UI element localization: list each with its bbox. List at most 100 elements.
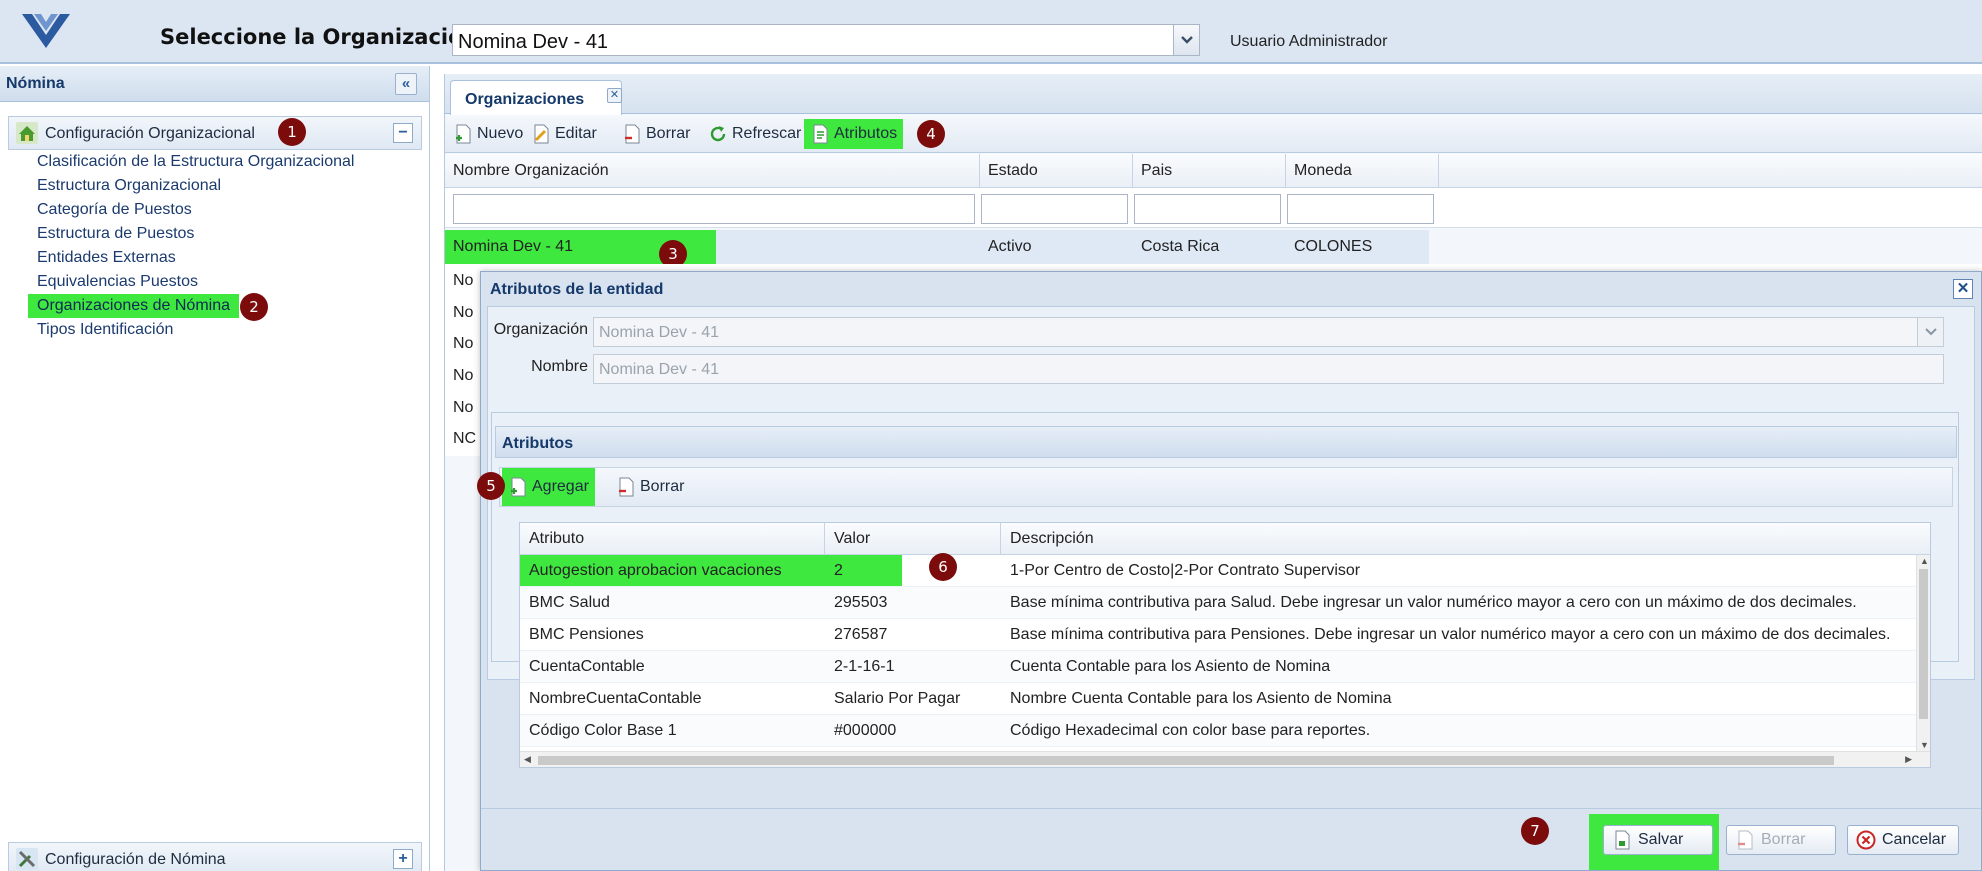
cell-nombre: No (453, 399, 474, 416)
filter-pais-input[interactable] (1134, 194, 1281, 224)
cancel-icon (1856, 830, 1876, 850)
cell-valor: 2-1-16-1 (834, 658, 895, 675)
cell-nombre: No (453, 335, 474, 352)
scroll-down-icon[interactable]: ▼ (1920, 740, 1929, 750)
group-expand-button[interactable]: + (393, 849, 413, 869)
organizacion-dropdown-button[interactable] (1917, 318, 1943, 346)
cell-nombre: No (453, 272, 474, 289)
tools-icon (16, 848, 38, 870)
borrar-atributo-button[interactable]: Borrar (610, 468, 690, 506)
step-marker-7: 7 (1521, 817, 1549, 845)
filter-nombre-input[interactable] (453, 194, 975, 224)
agregar-label: Agregar (532, 478, 589, 495)
filter-estado-input[interactable] (981, 194, 1128, 224)
table-row[interactable]: Nomina Dev - 41 Activo Costa Rica COLONE… (445, 230, 1429, 264)
sidebar-item-estructura-organizacional[interactable]: Estructura Organizacional (28, 174, 230, 198)
salvar-label: Salvar (1638, 831, 1684, 848)
refresh-icon (710, 126, 726, 142)
salvar-button[interactable]: Salvar (1603, 825, 1713, 855)
nombre-value: Nomina Dev - 41 (599, 361, 720, 378)
sidebar-item-organizaciones-nomina[interactable]: Organizaciones de Nómina (28, 294, 239, 318)
tab-organizaciones[interactable]: Organizaciones ✕ (450, 80, 622, 115)
navigation-panel: Nómina « Configuración Organizacional − … (0, 66, 430, 871)
organization-select[interactable]: Nomina Dev - 41 (452, 24, 1200, 56)
table-row[interactable]: NombreCuentaContable Salario Por Pagar N… (520, 683, 1916, 715)
dialog-title: Atributos de la entidad (490, 281, 664, 298)
tab-label: Organizaciones (465, 91, 585, 108)
column-header-estado[interactable]: Estado (980, 154, 1133, 188)
atributos-label: Atributos (834, 125, 898, 142)
borrar-button[interactable]: Borrar (616, 119, 696, 149)
scroll-right-icon[interactable]: ▶ (1905, 754, 1912, 765)
home-icon (16, 122, 38, 144)
group-collapse-button[interactable]: − (393, 123, 413, 143)
edit-document-icon (534, 124, 549, 144)
cell-valor: Salario Por Pagar (834, 690, 961, 707)
delete-document-icon (1738, 830, 1753, 850)
step-marker-1: 1 (278, 118, 306, 146)
step-marker-5: 5 (477, 472, 505, 500)
agregar-button[interactable]: Agregar (502, 468, 595, 506)
delete-document-icon (619, 477, 634, 497)
organizations-grid-header: Nombre Organización Estado Pais Moneda (445, 154, 1982, 188)
nombre-field[interactable]: Nomina Dev - 41 (593, 354, 1944, 384)
nombre-label: Nombre (531, 358, 588, 375)
sidebar-item-equivalencias-puestos[interactable]: Equivalencias Puestos (28, 270, 207, 294)
sidebar-item-estructura-puestos[interactable]: Estructura de Puestos (28, 222, 203, 246)
filter-moneda-input[interactable] (1287, 194, 1434, 224)
cell-descripcion: 1-Por Centro de Costo|2-Por Contrato Sup… (1010, 562, 1361, 579)
cancelar-button[interactable]: Cancelar (1847, 825, 1959, 855)
atributos-panel-header: Atributos (495, 426, 1957, 458)
chevron-down-icon (1925, 328, 1937, 336)
table-row[interactable]: CuentaContable 2-1-16-1 Cuenta Contable … (520, 651, 1916, 683)
group-configuracion-nomina[interactable]: Configuración de Nómina + (8, 842, 422, 871)
organization-select-value: Nomina Dev - 41 (458, 31, 609, 53)
chevron-down-icon (1181, 36, 1193, 44)
scroll-left-icon[interactable]: ◀ (524, 754, 531, 765)
column-header-nombre[interactable]: Nombre Organización (445, 154, 980, 188)
column-header-atributo[interactable]: Atributo (520, 523, 825, 555)
atributos-panel-title: Atributos (502, 435, 574, 452)
sidebar-item-categoria-puestos[interactable]: Categoría de Puestos (28, 198, 201, 222)
atributos-toolbar: Agregar Borrar (499, 467, 1953, 507)
group-label: Configuración Organizacional (45, 125, 255, 142)
column-header-valor[interactable]: Valor (825, 523, 1001, 555)
sidebar-item-tipos-identificacion[interactable]: Tipos Identificación (28, 318, 182, 342)
editar-button[interactable]: Editar (525, 119, 603, 149)
column-header-pais[interactable]: Pais (1133, 154, 1286, 188)
vertical-scrollbar[interactable]: ▲ ▼ (1916, 555, 1930, 751)
column-header-descripcion[interactable]: Descripción (1001, 523, 1930, 555)
cell-descripcion: Código Hexadecimal con color base para r… (1010, 722, 1371, 739)
refrescar-label: Refrescar (732, 125, 802, 142)
close-dialog-icon[interactable]: ✕ (1953, 279, 1973, 299)
organizacion-value: Nomina Dev - 41 (599, 324, 720, 341)
table-row[interactable]: BMC Pensiones 276587 Base mínima contrib… (520, 619, 1916, 651)
group-configuracion-organizacional[interactable]: Configuración Organizacional − (8, 116, 422, 150)
cell-atributo: NombreCuentaContable (529, 690, 702, 707)
cell-atributo: Código Color Base 1 (529, 722, 677, 739)
horizontal-scroll-thumb[interactable] (538, 756, 1834, 765)
collapse-panel-button[interactable]: « (395, 73, 417, 95)
cell-descripcion: Cuenta Contable para los Asiento de Nomi… (1010, 658, 1331, 675)
column-header-moneda[interactable]: Moneda (1286, 154, 1439, 188)
atributos-button[interactable]: Atributos (804, 119, 904, 149)
sidebar-item-clasificacion[interactable]: Clasificación de la Estructura Organizac… (28, 150, 363, 174)
horizontal-scrollbar[interactable]: ◀ ▶ (520, 751, 1930, 767)
sidebar-item-entidades-externas[interactable]: Entidades Externas (28, 246, 185, 270)
editar-label: Editar (555, 125, 597, 142)
vertical-scroll-thumb[interactable] (1919, 569, 1928, 719)
refrescar-button[interactable]: Refrescar (702, 119, 807, 149)
scroll-up-icon[interactable]: ▲ (1920, 556, 1929, 566)
brand-logo-icon (22, 14, 70, 48)
close-tab-icon[interactable]: ✕ (607, 88, 622, 103)
table-row[interactable]: Autogestion aprobacion vacaciones 2 1-Po… (520, 555, 1916, 587)
table-row[interactable]: BMC Salud 295503 Base mínima contributiv… (520, 587, 1916, 619)
table-row[interactable]: Código Color Base 1 #000000 Código Hexad… (520, 715, 1916, 747)
nuevo-button[interactable]: Nuevo (447, 119, 529, 149)
organization-dropdown-button[interactable] (1173, 25, 1199, 55)
grid-filter-row (445, 188, 1982, 228)
organizacion-select[interactable]: Nomina Dev - 41 (593, 317, 1944, 347)
add-document-icon (511, 477, 526, 497)
borrar-dialog-button[interactable]: Borrar (1726, 825, 1836, 855)
cell-estado: Activo (988, 238, 1032, 255)
